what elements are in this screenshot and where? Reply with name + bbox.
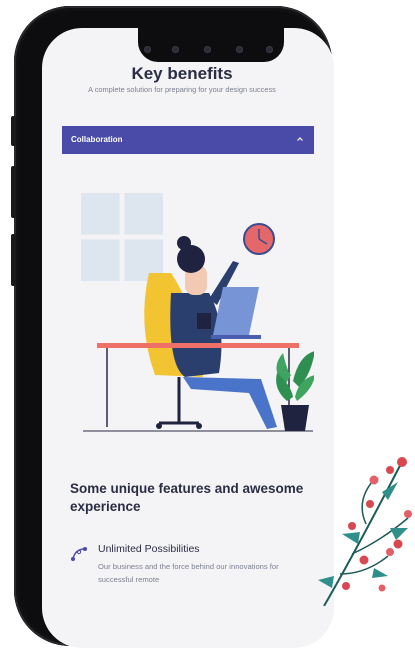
camera-dot [266, 46, 273, 53]
camera-dot [204, 46, 211, 53]
phone-volume-up [11, 166, 16, 218]
bezier-curve-icon [71, 547, 87, 561]
desk-illustration [97, 343, 299, 348]
camera-dot [144, 46, 151, 53]
chevron-up-icon [297, 137, 303, 141]
phone-notch [138, 28, 284, 62]
berry-branch-decoration [318, 457, 412, 606]
accordion-collaboration[interactable]: Collaboration [62, 126, 314, 154]
feature-description: Our business and the force behind our in… [98, 562, 279, 584]
plant-illustration [276, 351, 314, 431]
page-title: Key benefits [131, 64, 233, 83]
phone-volume-down [11, 234, 16, 286]
collaboration-illustration [81, 193, 314, 432]
camera-dot [236, 46, 243, 53]
accordion-label: Collaboration [71, 135, 123, 144]
feature-title: Unlimited Possibilities [98, 543, 200, 555]
camera-dot [172, 46, 179, 53]
section-heading: Some unique features and awesome experie… [70, 481, 304, 514]
clock-icon [243, 223, 275, 255]
page-subtitle: A complete solution for preparing for yo… [88, 85, 276, 94]
phone-side-button [11, 116, 16, 146]
